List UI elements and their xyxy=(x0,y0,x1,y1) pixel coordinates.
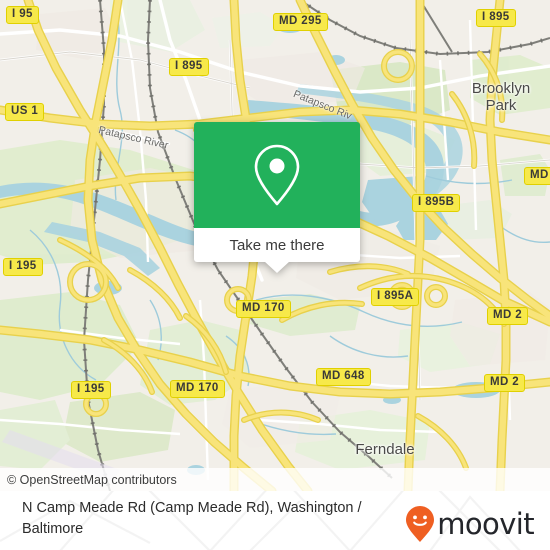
road-shield[interactable]: I 195 xyxy=(3,258,43,276)
map-pin-icon xyxy=(254,144,300,206)
road-shield[interactable]: MD 170 xyxy=(236,300,291,318)
road-shield[interactable]: MD 2 xyxy=(484,374,526,392)
road-shield[interactable]: MD 648 xyxy=(316,368,371,386)
road-shield[interactable]: I 895 xyxy=(476,9,516,27)
destination-popup-card[interactable]: Take me there xyxy=(194,122,360,273)
popup-pin-panel xyxy=(194,122,360,228)
footer-bar: N Camp Meade Rd (Camp Meade Rd), Washing… xyxy=(0,491,550,550)
take-me-there-label: Take me there xyxy=(229,236,325,254)
road-shield[interactable]: I 895B xyxy=(412,194,461,212)
road-shield[interactable]: I 895 xyxy=(169,58,209,76)
road-shield[interactable]: MD 295 xyxy=(273,13,328,31)
map-attribution-bar: © OpenStreetMap contributors xyxy=(0,468,550,491)
moovit-logo[interactable]: moovit xyxy=(405,505,535,543)
place-label-ferndale: Ferndale xyxy=(355,441,415,458)
road-shield[interactable]: MD xyxy=(524,167,550,185)
road-shield[interactable]: I 95 xyxy=(6,6,39,24)
road-shield[interactable]: I 195 xyxy=(71,381,111,399)
popup-action-bar[interactable]: Take me there xyxy=(194,228,360,262)
road-shield[interactable]: US 1 xyxy=(5,103,45,121)
moovit-pin-smiley-icon xyxy=(406,506,435,542)
road-shield[interactable]: MD 170 xyxy=(170,380,225,398)
moovit-wordmark: moovit xyxy=(437,507,534,541)
road-shield[interactable]: MD 2 xyxy=(487,307,529,325)
place-label-brooklyn-park: Brooklyn Park xyxy=(471,80,531,114)
map-canvas[interactable]: I 95 MD 295 I 895 I 895 US 1 MD I 895B I… xyxy=(0,0,550,491)
map-screenshot-root: I 95 MD 295 I 895 I 895 US 1 MD I 895B I… xyxy=(0,0,550,550)
osm-attribution-text[interactable]: © OpenStreetMap contributors xyxy=(7,473,177,487)
road-shield[interactable]: I 895A xyxy=(371,288,420,306)
page-title: N Camp Meade Rd (Camp Meade Rd), Washing… xyxy=(22,500,362,537)
popup-tail-pointer xyxy=(264,261,290,273)
